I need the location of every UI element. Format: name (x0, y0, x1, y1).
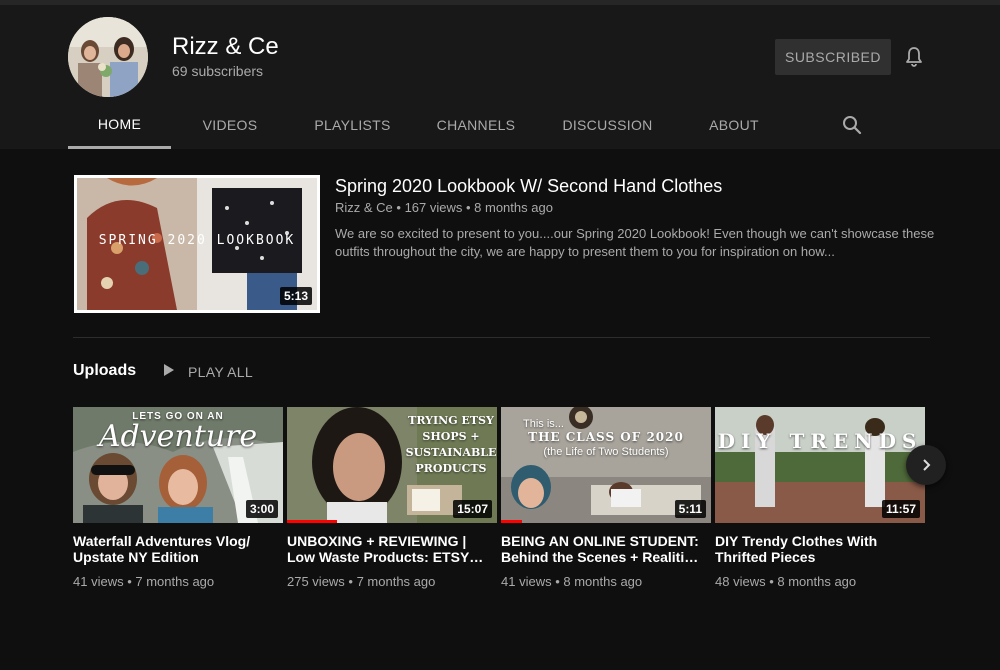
thumb-caption: TRYING ETSY SHOPS + SUSTAINABLE PRODUCTS (405, 414, 497, 475)
tab-home[interactable]: HOME (68, 101, 171, 149)
thumb-caption-script: Adventure (98, 419, 258, 454)
thumb-caption-small: This is... (523, 418, 564, 430)
watch-progress-bar (287, 520, 337, 523)
video-card[interactable]: This is... THE CLASS OF 2020 (the Life o… (501, 407, 711, 589)
video-meta: 275 views • 7 months ago (287, 574, 436, 589)
uploads-section-title[interactable]: Uploads (73, 362, 136, 380)
channel-tabs: HOME VIDEOS PLAYLISTS CHANNELS DISCUSSIO… (68, 101, 789, 149)
featured-video-description: We are so excited to present to you....o… (335, 226, 935, 259)
video-title[interactable]: BEING AN ONLINE STUDENT: Behind the Scen… (501, 533, 701, 567)
thumb-caption: THE CLASS OF 2020 (528, 430, 684, 444)
featured-video-title[interactable]: Spring 2020 Lookbook W/ Second Hand Clot… (335, 176, 722, 197)
play-all-label: PLAY ALL (188, 363, 253, 380)
section-divider (73, 337, 930, 338)
video-duration: 5:11 (674, 500, 706, 518)
bell-icon[interactable] (902, 45, 926, 69)
thumb-caption: DIY TRENDS (717, 429, 923, 453)
video-thumbnail[interactable]: LETS GO ON AN Adventure 3:00 (73, 407, 283, 523)
featured-video-thumbnail[interactable]: SPRING 2020 LOOKBOOK 5:13 (74, 175, 320, 313)
tab-channels[interactable]: CHANNELS (416, 101, 536, 149)
video-title[interactable]: UNBOXING + REVIEWING | Low Waste Product… (287, 533, 487, 567)
video-card[interactable]: LETS GO ON AN Adventure 3:00 Waterfall A… (73, 407, 283, 589)
channel-name: Rizz & Ce (172, 33, 279, 60)
subscriber-count: 69 subscribers (172, 63, 264, 79)
search-icon[interactable] (840, 113, 864, 137)
featured-video-meta: Rizz & Ce • 167 views • 8 months ago (335, 200, 553, 215)
video-card[interactable]: TRYING ETSY SHOPS + SUSTAINABLE PRODUCTS… (287, 407, 497, 589)
video-card[interactable]: DIY TRENDS 11:57 DIY Trendy Clothes With… (715, 407, 925, 589)
video-thumbnail[interactable]: DIY TRENDS 11:57 (715, 407, 925, 523)
video-title[interactable]: Waterfall Adventures Vlog/ Upstate NY Ed… (73, 533, 273, 567)
tab-videos[interactable]: VIDEOS (171, 101, 289, 149)
video-meta: 41 views • 8 months ago (501, 574, 643, 589)
subscribed-button[interactable]: SUBSCRIBED (775, 39, 891, 75)
tab-discussion[interactable]: DISCUSSION (536, 101, 679, 149)
video-duration: 3:00 (245, 500, 278, 518)
watch-progress-bar (501, 520, 522, 523)
channel-avatar[interactable] (68, 17, 148, 97)
video-duration: 5:13 (279, 287, 312, 305)
video-title[interactable]: DIY Trendy Clothes With Thrifted Pieces (715, 533, 915, 567)
thumb-caption-sub: (the Life of Two Students) (543, 446, 669, 458)
play-all-button[interactable]: PLAY ALL (162, 363, 253, 380)
video-thumbnail[interactable]: TRYING ETSY SHOPS + SUSTAINABLE PRODUCTS… (287, 407, 497, 523)
video-meta: 41 views • 7 months ago (73, 574, 215, 589)
channel-header: Rizz & Ce 69 subscribers SUBSCRIBED HOME… (0, 5, 1000, 149)
video-meta: 48 views • 8 months ago (715, 574, 857, 589)
video-thumbnail[interactable]: This is... THE CLASS OF 2020 (the Life o… (501, 407, 711, 523)
tab-playlists[interactable]: PLAYLISTS (289, 101, 416, 149)
video-duration: 15:07 (453, 500, 492, 518)
video-duration: 11:57 (881, 500, 920, 518)
chevron-right-icon[interactable] (906, 445, 946, 485)
play-icon (162, 363, 176, 380)
featured-thumb-text: SPRING 2020 LOOKBOOK (99, 233, 296, 248)
tab-about[interactable]: ABOUT (679, 101, 789, 149)
